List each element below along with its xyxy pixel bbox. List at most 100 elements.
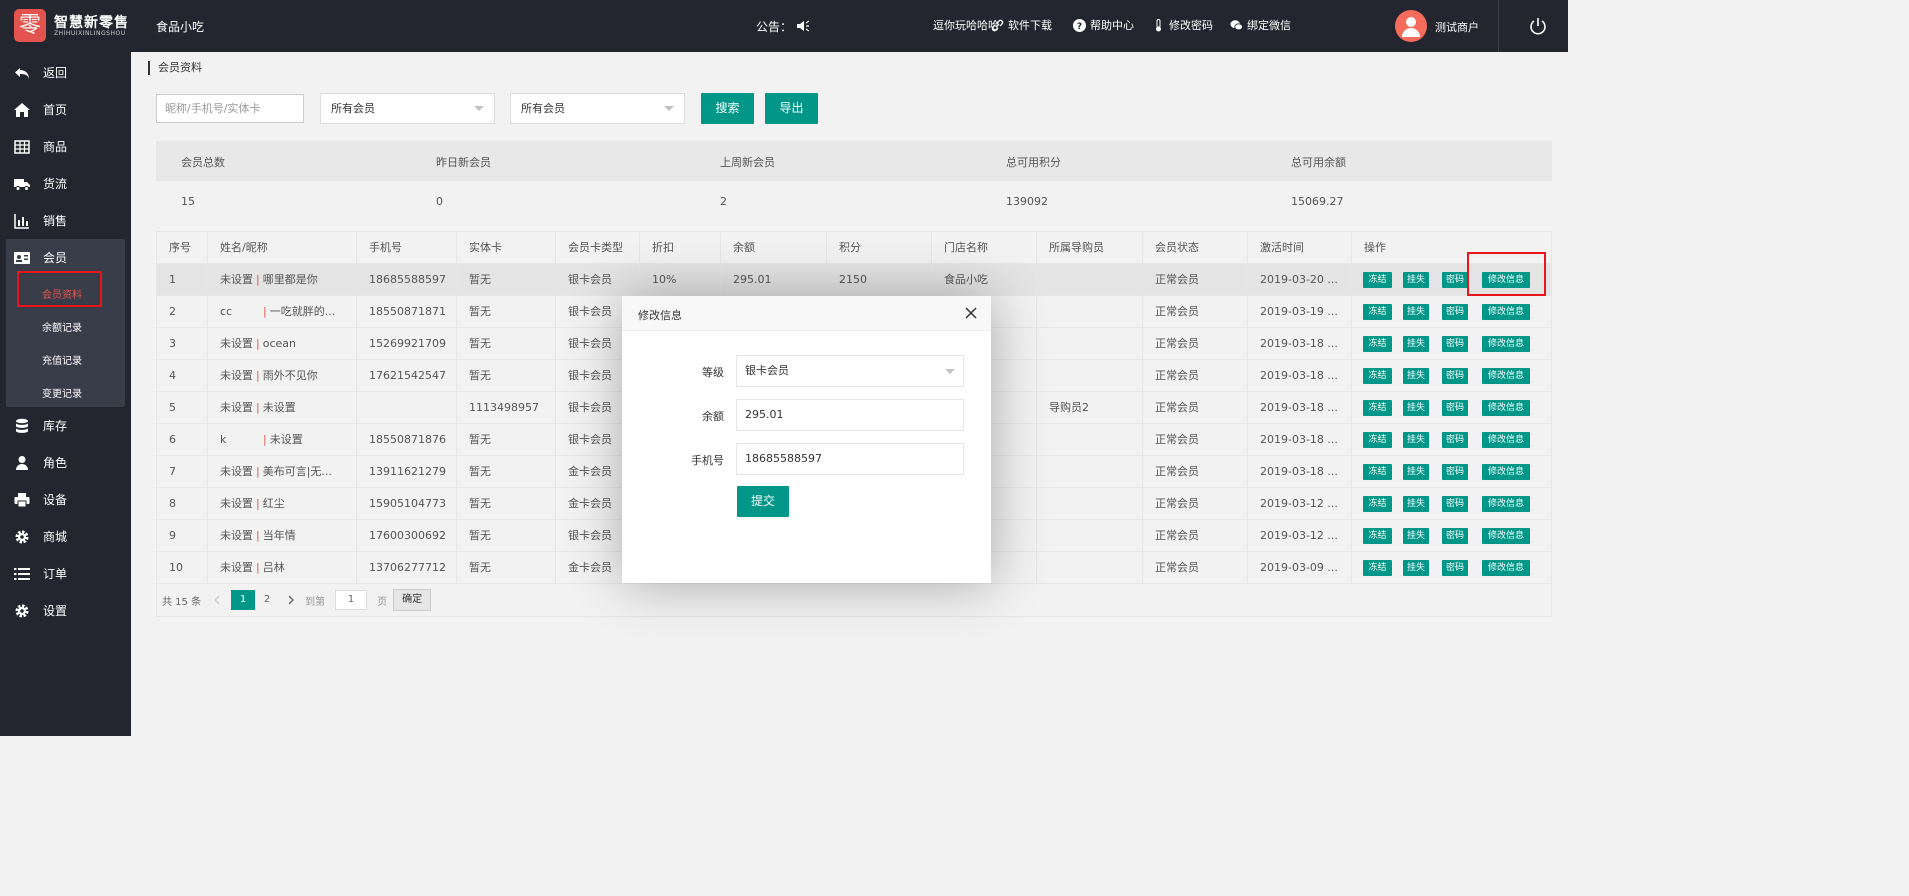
- freeze-button[interactable]: 冻结: [1363, 464, 1392, 480]
- cell-phone: 15269921709: [356, 328, 456, 360]
- freeze-button[interactable]: 冻结: [1363, 560, 1392, 576]
- freeze-button[interactable]: 冻结: [1363, 528, 1392, 544]
- sidebar-item-mall[interactable]: 商城: [0, 518, 131, 555]
- logo-icon[interactable]: 零: [14, 9, 46, 42]
- sidebar-item-goods[interactable]: 商品: [0, 128, 131, 165]
- password-button[interactable]: 密码: [1442, 560, 1468, 576]
- sidebar-item-orders[interactable]: 订单: [0, 555, 131, 592]
- search-button[interactable]: 搜索: [701, 93, 754, 124]
- table-row[interactable]: 1 未设置 | 哪里都是你 18685588597 暂无 银卡会员 10% 295.01 2150…: [157, 264, 1551, 296]
- sidebar-sub-change-records[interactable]: 变更记录: [42, 385, 82, 400]
- back-arrow-icon: [15, 67, 29, 79]
- edit-info-button[interactable]: 修改信息: [1482, 400, 1530, 416]
- freeze-button[interactable]: 冻结: [1363, 368, 1392, 384]
- sidebar-item-inventory[interactable]: 库存: [0, 407, 131, 444]
- member-name: 未设置: [220, 465, 253, 478]
- report-loss-button[interactable]: 挂失: [1403, 304, 1429, 320]
- search-input[interactable]: 昵称/手机号/实体卡: [156, 94, 304, 123]
- separator: |: [256, 529, 260, 542]
- close-icon[interactable]: [965, 307, 977, 319]
- freeze-button[interactable]: 冻结: [1363, 432, 1392, 448]
- chain-link-icon: [991, 19, 1004, 31]
- phone-input[interactable]: 18685588597: [736, 443, 964, 475]
- change-password-link[interactable]: 修改密码: [1152, 17, 1213, 33]
- password-button[interactable]: 密码: [1442, 400, 1468, 416]
- username[interactable]: 测试商户: [1435, 19, 1479, 35]
- sidebar-sub-balance-records[interactable]: 余额记录: [42, 319, 82, 334]
- submit-button[interactable]: 提交: [737, 486, 789, 517]
- page-1[interactable]: 1: [231, 590, 256, 610]
- member-filter-select-2[interactable]: 所有会员: [510, 93, 685, 124]
- password-button[interactable]: 密码: [1442, 432, 1468, 448]
- chevron-left-icon[interactable]: [207, 594, 227, 606]
- report-loss-button[interactable]: 挂失: [1403, 496, 1429, 512]
- report-loss-button[interactable]: 挂失: [1403, 560, 1429, 576]
- avatar[interactable]: [1395, 10, 1427, 42]
- edit-info-button[interactable]: 修改信息: [1482, 560, 1530, 576]
- report-loss-button[interactable]: 挂失: [1403, 368, 1429, 384]
- sidebar-item-device[interactable]: 设备: [0, 481, 131, 518]
- password-button[interactable]: 密码: [1442, 304, 1468, 320]
- cell-time: 2019-03-18 ...: [1247, 392, 1351, 424]
- cell-time: 2019-03-18 ...: [1247, 424, 1351, 456]
- goto-page-input[interactable]: 1: [335, 590, 368, 610]
- cell-card: 暂无: [456, 520, 555, 552]
- sidebar-item-settings[interactable]: 设置: [0, 592, 131, 629]
- edit-info-button[interactable]: 修改信息: [1482, 336, 1530, 352]
- goto-confirm-button[interactable]: 确定: [393, 589, 432, 611]
- separator: |: [256, 369, 260, 382]
- member-name: 未设置: [220, 561, 253, 574]
- bind-wechat-link[interactable]: 绑定微信: [1230, 17, 1291, 33]
- password-button[interactable]: 密码: [1442, 464, 1468, 480]
- sidebar-item-sales[interactable]: 销售: [0, 202, 131, 239]
- report-loss-button[interactable]: 挂失: [1403, 464, 1429, 480]
- freeze-button[interactable]: 冻结: [1363, 400, 1392, 416]
- report-loss-button[interactable]: 挂失: [1403, 272, 1429, 288]
- edit-info-button[interactable]: 修改信息: [1482, 496, 1530, 512]
- freeze-button[interactable]: 冻结: [1363, 304, 1392, 320]
- sidebar-item-back[interactable]: 返回: [0, 54, 131, 91]
- member-nickname: 未设置: [262, 401, 296, 414]
- edit-info-button[interactable]: 修改信息: [1482, 528, 1530, 544]
- freeze-button[interactable]: 冻结: [1363, 496, 1392, 512]
- page-2[interactable]: 2: [255, 590, 279, 610]
- download-link[interactable]: 软件下载: [991, 17, 1052, 33]
- cell-discount: 10%: [639, 264, 720, 296]
- edit-info-button[interactable]: 修改信息: [1482, 304, 1530, 320]
- cell-name: cc | 一吃就胖的...: [207, 296, 356, 328]
- level-select[interactable]: 银卡会员: [736, 355, 964, 387]
- edit-info-button[interactable]: 修改信息: [1482, 432, 1530, 448]
- freeze-button[interactable]: 冻结: [1363, 336, 1392, 352]
- sidebar-sub-recharge-records[interactable]: 充值记录: [42, 352, 82, 367]
- password-button[interactable]: 密码: [1442, 528, 1468, 544]
- password-button[interactable]: 密码: [1442, 336, 1468, 352]
- cell-status: 正常会员: [1142, 360, 1247, 392]
- pagination: 共 15 条 1 2 到第 1 页 确定: [162, 589, 432, 611]
- sidebar-item-logistics[interactable]: 货流: [0, 165, 131, 202]
- edit-info-button[interactable]: 修改信息: [1482, 368, 1530, 384]
- freeze-button[interactable]: 冻结: [1363, 272, 1392, 288]
- cell-guide: [1036, 264, 1142, 296]
- grid-table-icon: [14, 139, 30, 154]
- report-loss-button[interactable]: 挂失: [1403, 336, 1429, 352]
- report-loss-button[interactable]: 挂失: [1403, 400, 1429, 416]
- export-button[interactable]: 导出: [765, 93, 818, 124]
- password-button[interactable]: 密码: [1442, 496, 1468, 512]
- select-value: 所有会员: [331, 102, 375, 115]
- cell-guide: [1036, 328, 1142, 360]
- sidebar-item-role[interactable]: 角色: [0, 444, 131, 481]
- password-button[interactable]: 密码: [1442, 368, 1468, 384]
- balance-input[interactable]: 295.01: [736, 399, 964, 431]
- edit-info-button[interactable]: 修改信息: [1482, 464, 1530, 480]
- help-link[interactable]: ? 帮助中心: [1073, 17, 1134, 33]
- balance-label: 余额: [702, 410, 724, 423]
- power-icon[interactable]: [1528, 16, 1548, 36]
- cell-name: 未设置 | 美布可言|无...: [207, 456, 356, 488]
- report-loss-button[interactable]: 挂失: [1403, 432, 1429, 448]
- member-filter-select-1[interactable]: 所有会员: [320, 93, 495, 124]
- password-button[interactable]: 密码: [1442, 272, 1468, 288]
- report-loss-button[interactable]: 挂失: [1403, 528, 1429, 544]
- chevron-right-icon[interactable]: [281, 594, 301, 606]
- summary-value: 15: [181, 195, 195, 208]
- sidebar-item-home[interactable]: 首页: [0, 91, 131, 128]
